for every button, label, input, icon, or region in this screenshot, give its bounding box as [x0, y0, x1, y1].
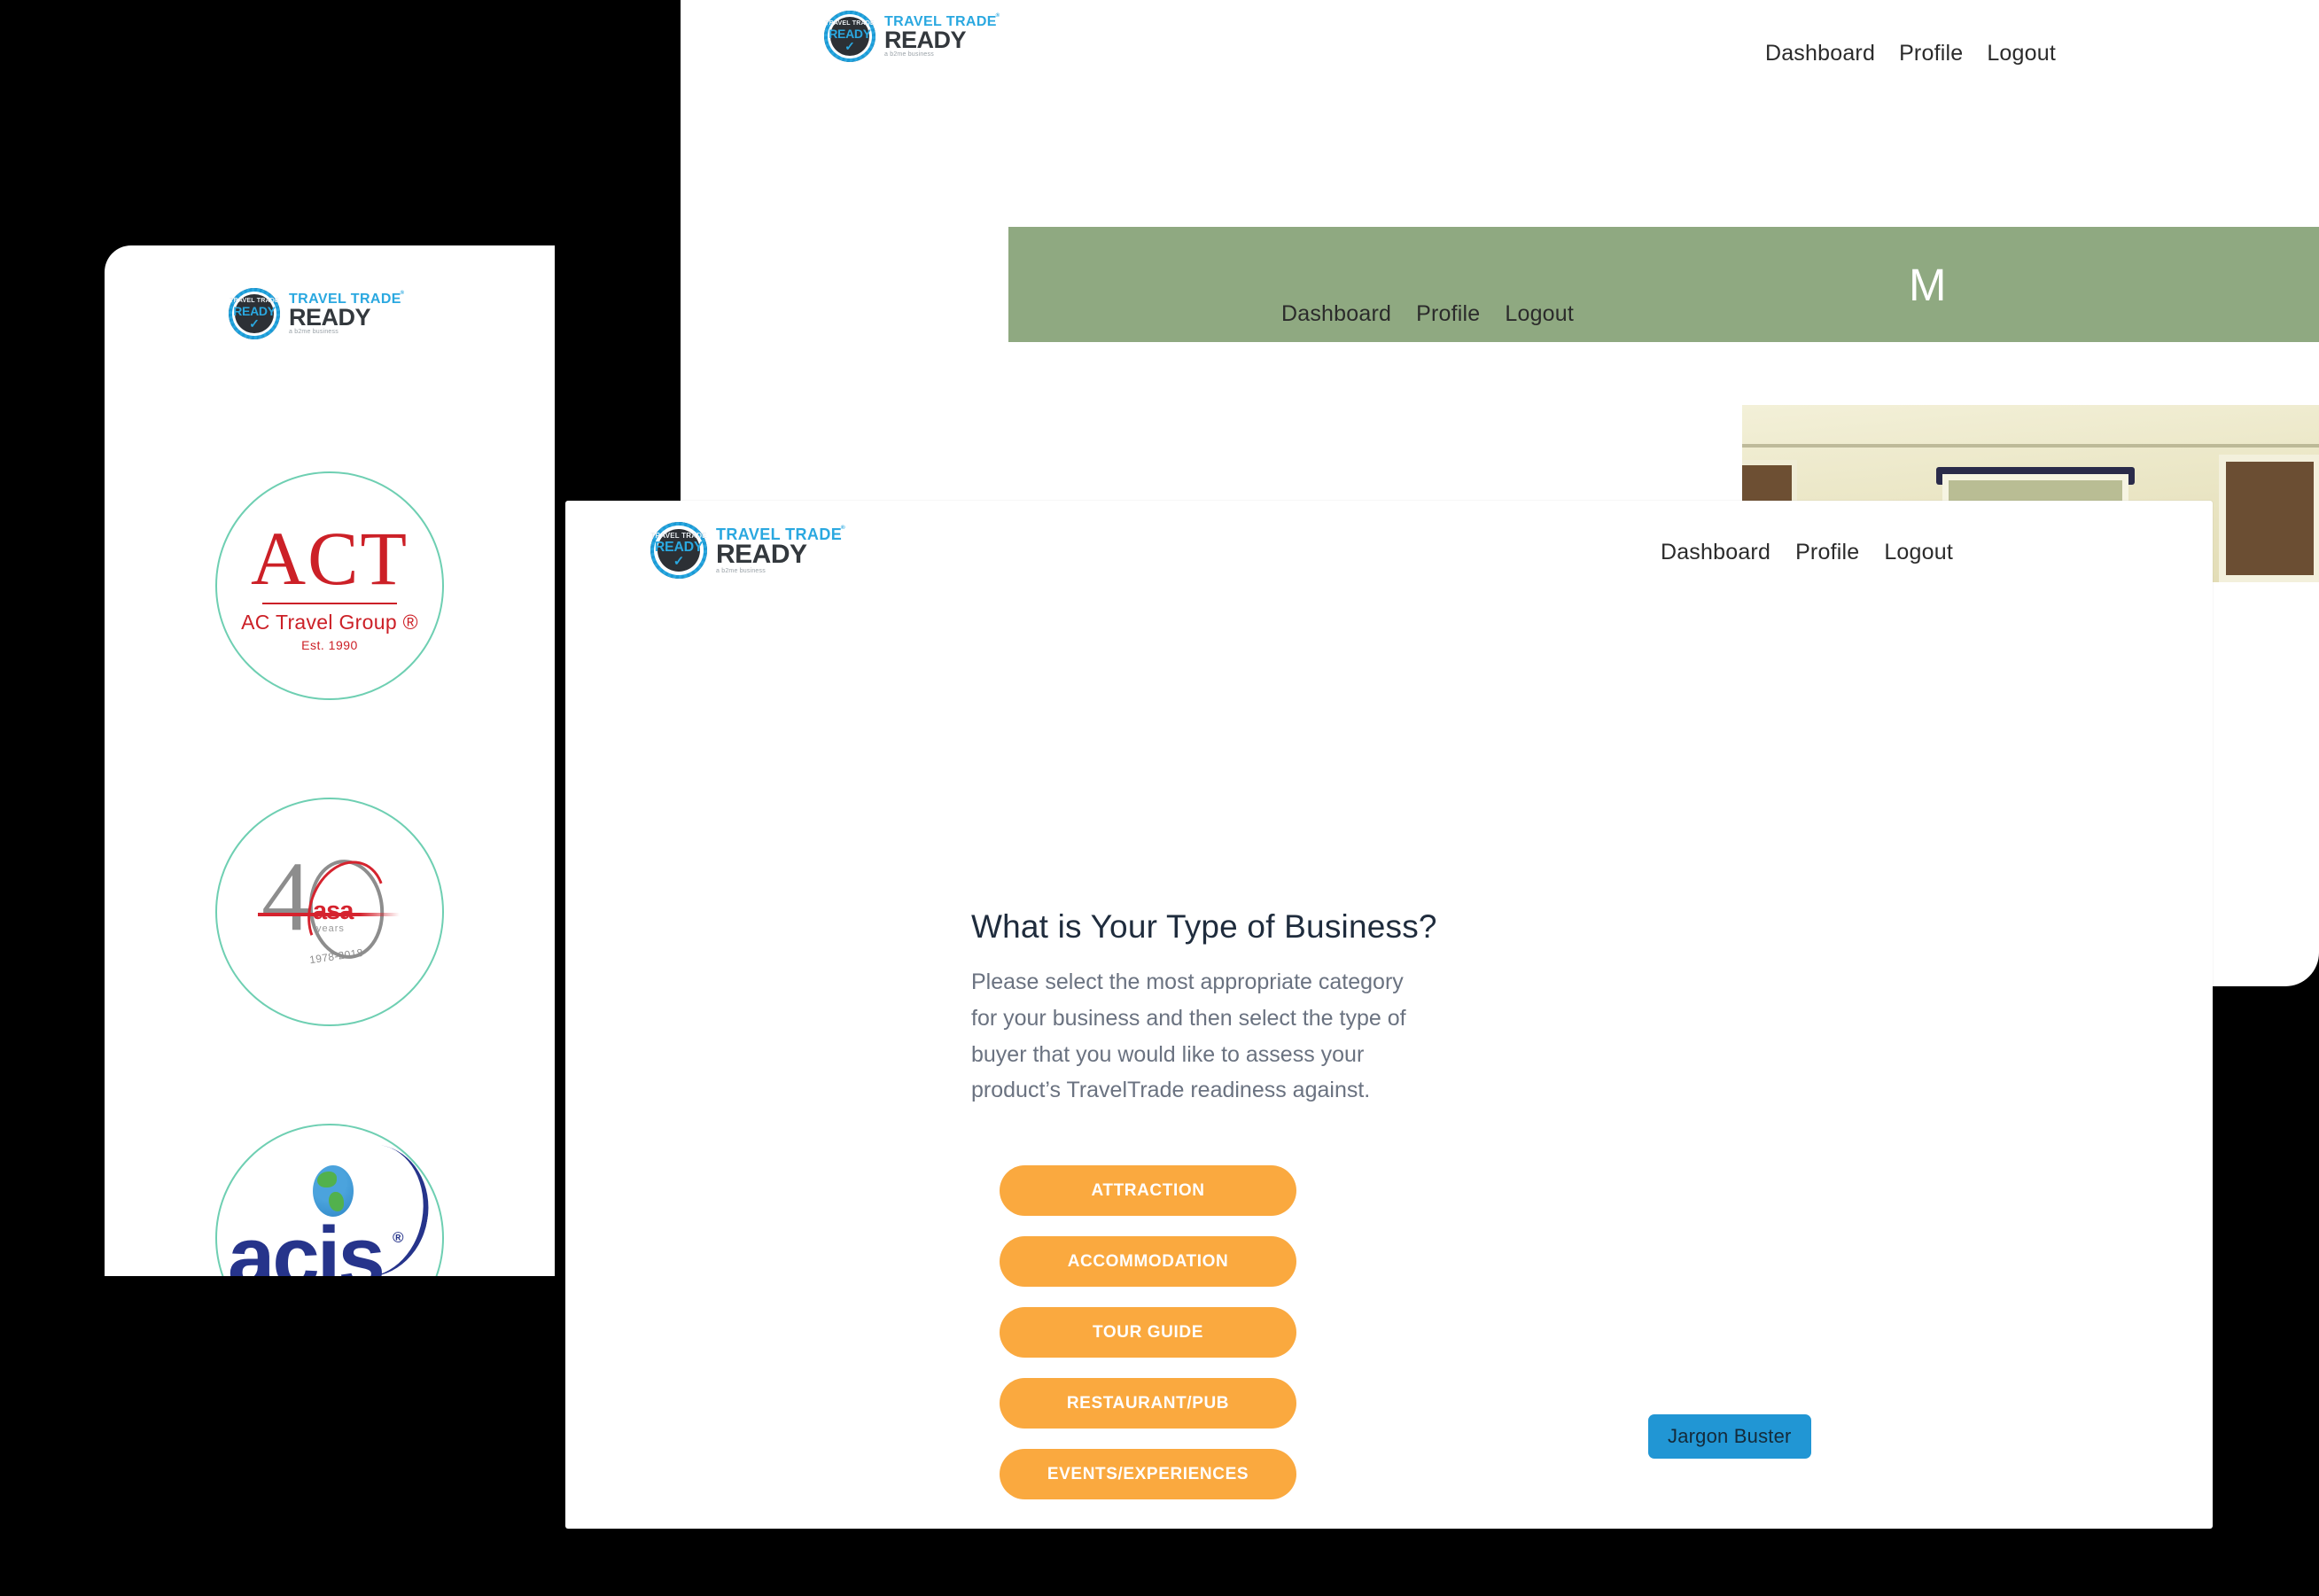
badge-bottom-label: READY — [829, 27, 871, 41]
intro-block: What is Your Type of Business? Please se… — [971, 908, 1467, 1109]
badge-top-label: TRAVEL TRADE — [230, 298, 279, 304]
brand-wordmark: TRAVEL TRADE ® READY a b2me business — [289, 290, 405, 336]
checkmark-icon: ✓ — [844, 39, 855, 53]
asa-numeral-four: 4 — [261, 842, 311, 952]
page-description: Please select the most appropriate categ… — [971, 969, 1406, 1103]
wordmark-line1: TRAVEL TRADE ® — [884, 12, 1000, 29]
badge-bottom-label: READY — [654, 540, 704, 555]
act-subtitle: AC Travel Group ® — [241, 611, 418, 634]
nav-link-logout[interactable]: Logout — [1884, 540, 1953, 565]
act-divider — [262, 603, 397, 604]
act-wordmark: ACT — [251, 516, 409, 601]
header-back: TRAVEL TRADE READY ✓ TRAVEL TRADE ® READY… — [681, 0, 2319, 106]
checkmark-icon: ✓ — [249, 316, 260, 331]
nav-link-profile[interactable]: Profile — [1899, 41, 1963, 66]
wordmark-line1: TRAVEL TRADE ® — [716, 524, 846, 544]
act-established: Est. 1990 — [301, 638, 358, 652]
badge-bottom-label: READY — [233, 304, 276, 318]
badge-top-label: TRAVEL TRADE — [825, 20, 875, 27]
partner-logo-act[interactable]: ACT AC Travel Group ® Est. 1990 — [215, 471, 444, 700]
main-nav-front: Dashboard Profile Logout — [1661, 540, 1953, 565]
wordmark-line2: READY — [716, 540, 807, 570]
business-type-tour-guide-button[interactable]: TOUR GUIDE — [1000, 1307, 1296, 1358]
nav-link-profile[interactable]: Profile — [1416, 301, 1480, 327]
header-front: TRAVEL TRADE READY ✓ TRAVEL TRADE ® READY… — [565, 501, 2213, 611]
business-type-events-experiences-button[interactable]: EVENTS/EXPERIENCES — [1000, 1449, 1296, 1499]
main-nav-back: Dashboard Profile Logout — [1765, 41, 2056, 66]
partner-logo-list: ACT AC Travel Group ® Est. 1990 4 asa ye… — [105, 471, 555, 1276]
badge-top-label: TRAVEL TRADE — [650, 532, 707, 540]
section-banner-green: M — [1008, 227, 2319, 342]
acis-wordmark: acis — [228, 1210, 385, 1277]
brand-wordmark: TRAVEL TRADE ® READY a b2me business — [884, 12, 1000, 58]
browser-window-middle: TRAVEL TRADE READY ✓ TRAVEL TRADE ® READY… — [105, 245, 555, 1276]
photo-wall-line — [1742, 444, 2319, 448]
nav-link-dashboard[interactable]: Dashboard — [1661, 540, 1770, 565]
badge-dark-disc: TRAVEL TRADE READY ✓ — [230, 294, 279, 333]
nav-link-logout[interactable]: Logout — [1505, 301, 1574, 327]
main-nav-middle: Dashboard Profile Logout — [1281, 301, 1574, 327]
checkmark-icon: ✓ — [673, 554, 685, 569]
asa-dates: 1978-2018 — [308, 946, 364, 967]
travel-trade-ready-badge-icon: TRAVEL TRADE READY ✓ — [229, 288, 280, 339]
screenshot-stage: TRAVEL TRADE READY ✓ TRAVEL TRADE ® READY… — [0, 0, 2319, 1596]
brand-logo-middle[interactable]: TRAVEL TRADE READY ✓ TRAVEL TRADE ® READY… — [229, 288, 405, 339]
registered-mark-icon: ® — [393, 1229, 404, 1246]
brand-wordmark: TRAVEL TRADE ® READY a b2me business — [716, 524, 846, 574]
nav-link-logout[interactable]: Logout — [1987, 41, 2056, 66]
badge-dark-disc: TRAVEL TRADE READY ✓ — [650, 529, 707, 572]
jargon-buster-button[interactable]: Jargon Buster — [1648, 1414, 1811, 1459]
partner-logo-asa[interactable]: 4 asa years 1978-2018 — [215, 798, 444, 1026]
wordmark-line1: TRAVEL TRADE ® — [289, 290, 405, 307]
business-type-restaurant-pub-button[interactable]: RESTAURANT/PUB — [1000, 1378, 1296, 1429]
photo-door-right — [2219, 455, 2319, 582]
wordmark-line2: READY — [289, 303, 371, 331]
banner-title: M — [1909, 259, 1948, 310]
browser-window-front: TRAVEL TRADE READY ✓ TRAVEL TRADE ® READY… — [565, 501, 2213, 1529]
travel-trade-ready-badge-icon: TRAVEL TRADE READY ✓ — [824, 11, 875, 62]
travel-trade-ready-badge-icon: TRAVEL TRADE READY ✓ — [650, 522, 707, 579]
partner-logo-acis[interactable]: acis ® — [215, 1124, 444, 1276]
registered-mark-icon: ® — [840, 524, 846, 531]
registered-mark-icon: ® — [400, 290, 405, 297]
registered-mark-icon: ® — [995, 12, 1000, 19]
nav-link-profile[interactable]: Profile — [1795, 540, 1859, 565]
badge-dark-disc: TRAVEL TRADE READY ✓ — [825, 17, 875, 56]
business-type-accommodation-button[interactable]: ACCOMMODATION — [1000, 1236, 1296, 1287]
registered-mark-icon: ® — [402, 611, 418, 634]
business-type-attraction-button[interactable]: ATTRACTION — [1000, 1165, 1296, 1216]
business-type-button-group: ATTRACTION ACCOMMODATION TOUR GUIDE REST… — [1000, 1165, 1296, 1520]
asa-wordmark: asa — [313, 897, 354, 925]
brand-logo-back[interactable]: TRAVEL TRADE READY ✓ TRAVEL TRADE ® READY… — [824, 11, 1000, 62]
page-title: What is Your Type of Business? — [971, 908, 1437, 945]
header-middle: TRAVEL TRADE READY ✓ TRAVEL TRADE ® READY… — [105, 245, 555, 378]
nav-link-dashboard[interactable]: Dashboard — [1281, 301, 1391, 327]
nav-link-dashboard[interactable]: Dashboard — [1765, 41, 1875, 66]
asa-years-label: years — [316, 923, 345, 934]
wordmark-line2: READY — [884, 26, 967, 53]
brand-logo-front[interactable]: TRAVEL TRADE READY ✓ TRAVEL TRADE ® READY… — [650, 522, 846, 579]
